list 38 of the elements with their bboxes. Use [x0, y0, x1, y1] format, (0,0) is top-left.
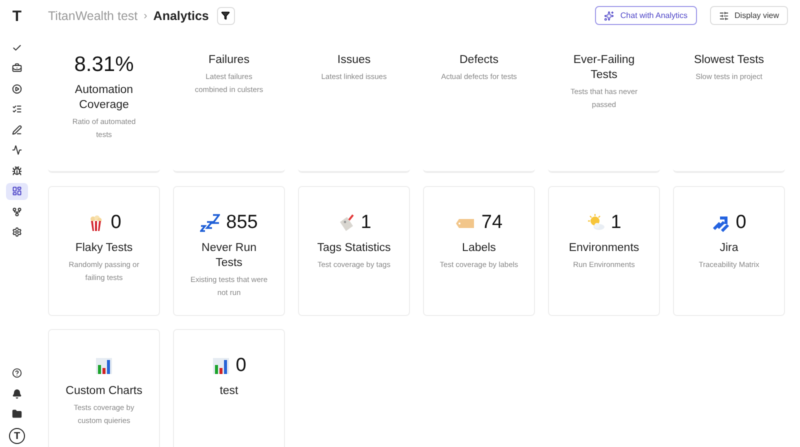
sleep-icon: [200, 214, 220, 232]
filter-button[interactable]: [216, 6, 235, 25]
bar-chart-icon: [95, 357, 113, 376]
avatar[interactable]: T: [9, 428, 25, 444]
card-title: Ever-Failing Tests: [572, 53, 636, 84]
card-title: test: [220, 384, 238, 400]
card-value: 0: [236, 355, 246, 378]
card-value: 74: [481, 212, 503, 234]
page-title: Analytics: [153, 8, 209, 23]
card-title: Jira: [720, 241, 738, 256]
sliders-icon: [718, 10, 729, 21]
card-title: Defects: [460, 53, 498, 68]
sun-cloud-icon: [586, 214, 605, 232]
card-value: 0: [110, 212, 122, 234]
card-title: Custom Charts: [66, 384, 142, 400]
breadcrumb-separator: ›: [144, 10, 148, 22]
chat-button[interactable]: Chat with Analytics: [595, 6, 697, 26]
display-view-button[interactable]: Display view: [710, 6, 788, 26]
card-title: Labels: [462, 241, 496, 256]
card-value: 1: [610, 212, 622, 234]
card-title: Slowest Tests: [694, 53, 764, 68]
card-title: Never Run Tests: [200, 241, 258, 272]
dashboard-icon[interactable]: [6, 182, 28, 200]
card-value: 0: [736, 212, 746, 234]
card-title: Automation Coverage: [74, 83, 134, 114]
filter-icon: [221, 11, 230, 20]
card-title: Flaky Tests: [75, 241, 133, 256]
card-title: Environments: [568, 241, 640, 256]
card-value: 855: [226, 212, 258, 234]
card-value: 8.31%: [74, 53, 134, 78]
card-value: 1: [360, 212, 372, 234]
card-title: Failures: [208, 53, 250, 68]
analytics-card[interactable]: 0 test: [173, 329, 285, 447]
card-title: Issues: [337, 53, 371, 68]
bar-chart-icon: [212, 357, 230, 376]
card-title: Tags Statistics: [317, 241, 391, 256]
logo[interactable]: T: [12, 8, 22, 25]
sparkle-icon: [604, 10, 614, 21]
